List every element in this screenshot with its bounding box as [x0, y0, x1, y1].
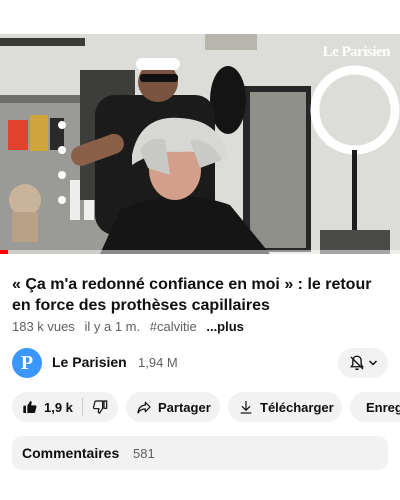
- comments-count: 581: [133, 446, 155, 461]
- video-info-panel: « Ça m'a redonné confiance en moi » : le…: [0, 254, 400, 500]
- hashtag-link[interactable]: #calvitie: [150, 319, 197, 334]
- thumbs-down-icon[interactable]: [92, 399, 108, 415]
- bell-off-icon: [350, 355, 364, 371]
- save-button[interactable]: Enregistrer: [350, 392, 400, 422]
- view-count: 183 k vues: [12, 319, 75, 334]
- subscriber-count: 1,94 M: [138, 355, 178, 370]
- thumbs-up-icon: [23, 401, 37, 413]
- chevron-down-icon: [368, 360, 378, 366]
- share-icon: [137, 401, 151, 414]
- share-label: Partager: [158, 399, 211, 415]
- like-button[interactable]: 1,9 k: [12, 392, 118, 422]
- channel-avatar[interactable]: P: [12, 348, 42, 378]
- share-button[interactable]: Partager: [126, 392, 220, 422]
- channel-row[interactable]: P Le Parisien 1,94 M: [12, 348, 388, 380]
- download-button[interactable]: Télécharger: [228, 392, 342, 422]
- comments-panel[interactable]: Commentaires 581: [12, 436, 388, 470]
- download-icon: [240, 401, 252, 414]
- notification-bell-button[interactable]: [338, 348, 388, 378]
- comments-label: Commentaires: [22, 445, 120, 461]
- like-divider: [82, 398, 83, 416]
- video-title[interactable]: « Ça m'a redonné confiance en moi » : le…: [12, 274, 388, 316]
- channel-avatar-letter: P: [20, 352, 34, 374]
- channel-name[interactable]: Le Parisien: [52, 354, 127, 370]
- show-more-link[interactable]: ...plus: [206, 319, 244, 334]
- video-player[interactable]: Le Parisien: [0, 0, 400, 254]
- download-label: Télécharger: [260, 399, 334, 415]
- upload-age: il y a 1 m.: [84, 319, 141, 334]
- video-meta[interactable]: 183 k vues il y a 1 m. #calvitie ...plus: [12, 319, 250, 334]
- action-bar: 1,9 k Partager Télécharger Enreg: [12, 392, 400, 422]
- video-frame: [0, 0, 400, 254]
- save-label: Enregistrer: [366, 399, 400, 415]
- video-watermark: Le Parisien: [322, 44, 391, 60]
- like-count: 1,9 k: [44, 399, 73, 415]
